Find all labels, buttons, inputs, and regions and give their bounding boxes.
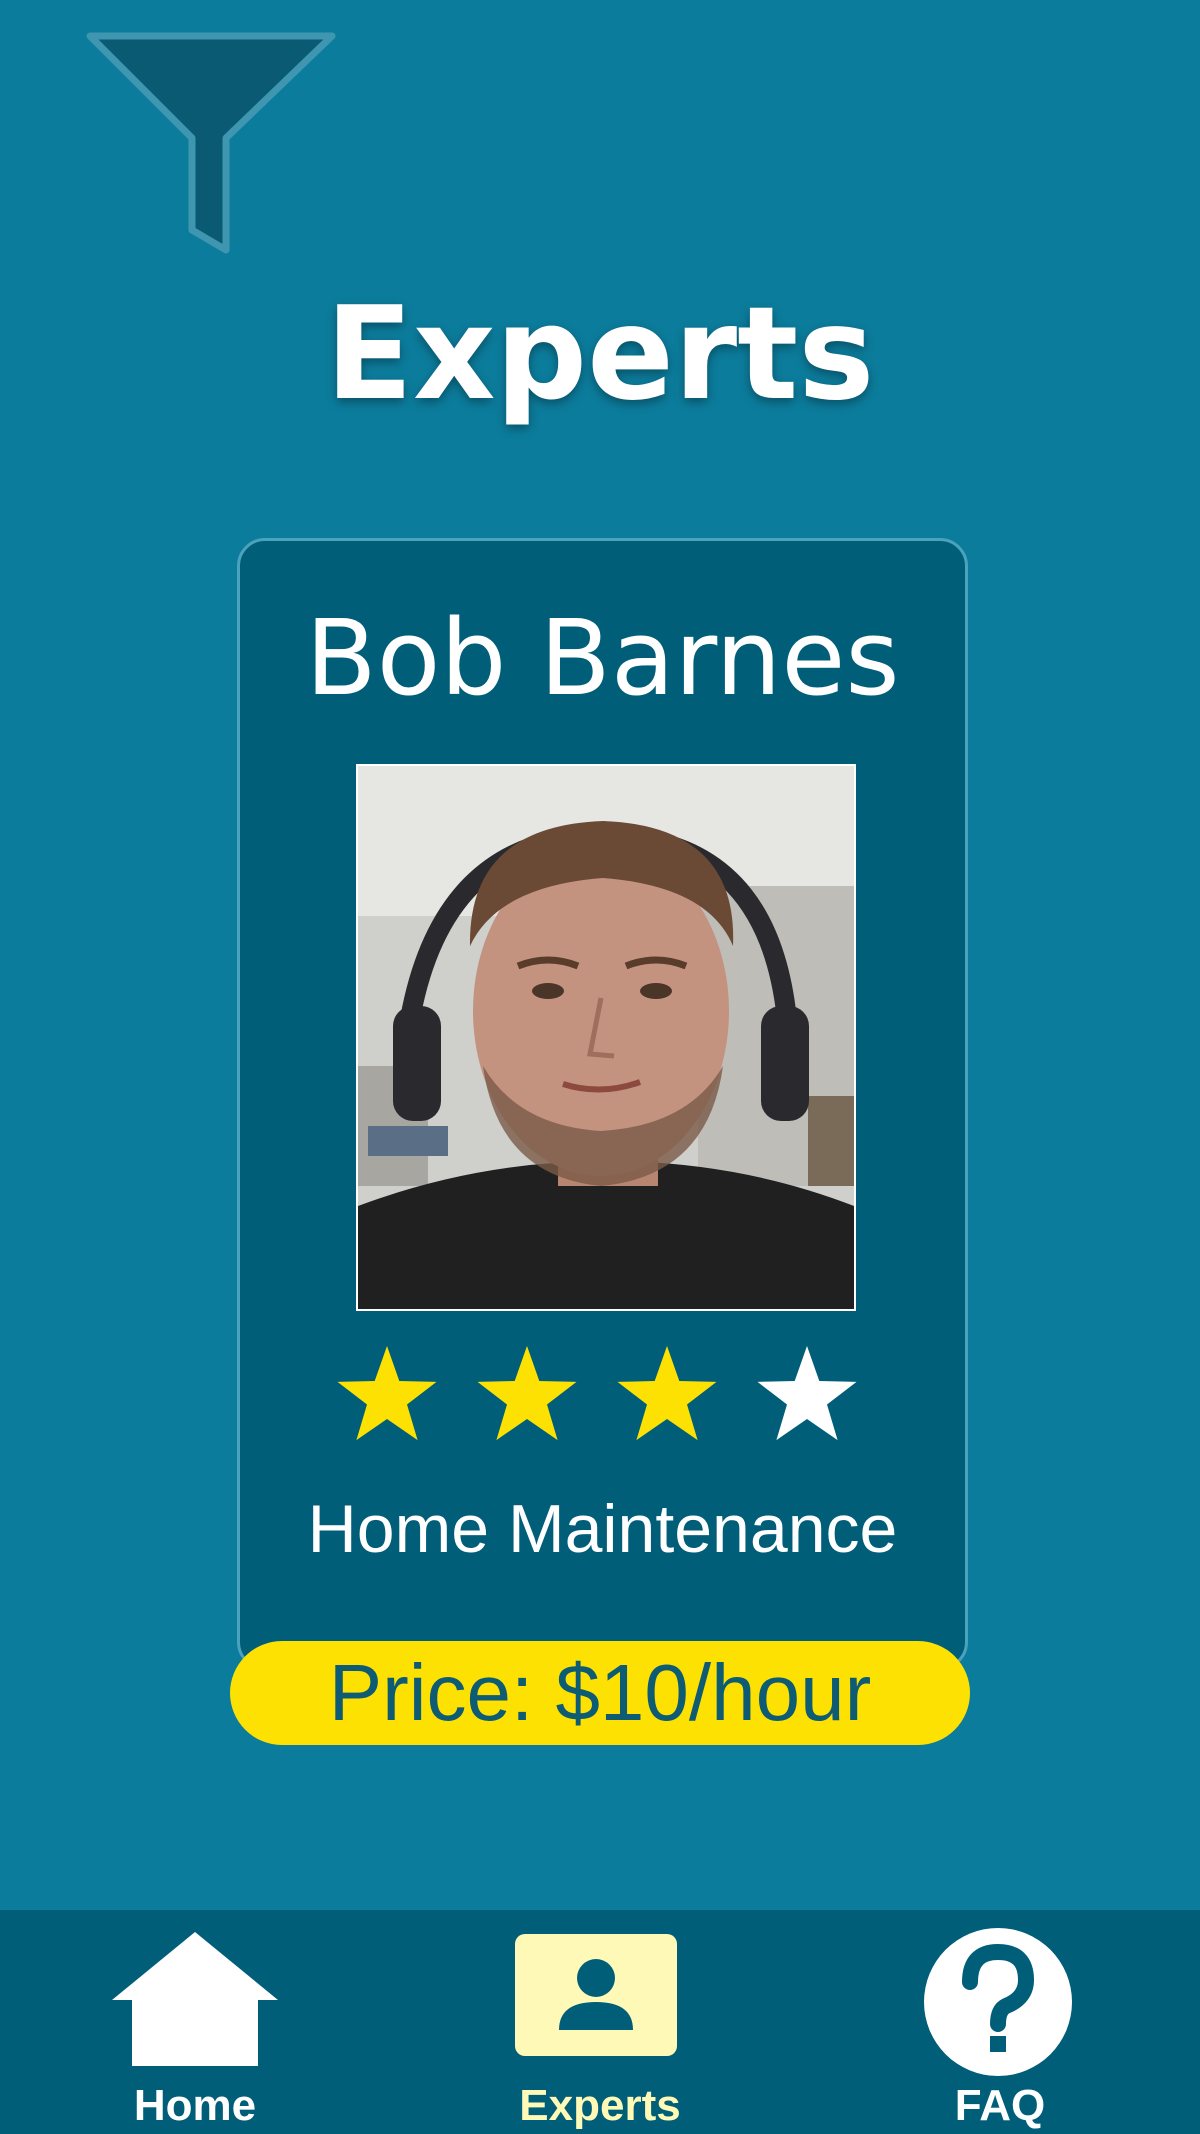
nav-experts-active-bg — [515, 1934, 677, 2056]
nav-home-label: Home — [133, 2081, 257, 2130]
star-rating — [337, 1346, 857, 1441]
filter-funnel-icon — [86, 32, 336, 254]
filter-button[interactable] — [84, 30, 338, 256]
expert-specialty: Home Maintenance — [307, 1491, 898, 1567]
person-icon — [559, 1959, 633, 2030]
star-empty-icon — [757, 1346, 857, 1441]
question-mark-icon — [924, 1928, 1072, 2076]
home-icon — [112, 1932, 278, 2066]
price-label: Price: $10/hour — [230, 1641, 970, 1745]
bottom-nav: Home Experts FAQ — [0, 1910, 1200, 2134]
expert-card[interactable]: Bob Barnes Home Maintenance — [237, 538, 968, 1670]
nav-home[interactable]: Home — [105, 1910, 285, 2134]
nav-experts[interactable]: Experts — [510, 1910, 690, 2134]
star-filled-icon — [477, 1346, 577, 1441]
nav-experts-label: Experts — [519, 2081, 681, 2130]
nav-faq-label: FAQ — [954, 2081, 1046, 2130]
expert-name: Bob Barnes — [305, 597, 900, 719]
star-filled-icon — [337, 1346, 437, 1441]
nav-faq[interactable]: FAQ — [910, 1910, 1090, 2134]
star-filled-icon — [617, 1346, 717, 1441]
page-title: Experts — [325, 280, 875, 429]
expert-photo — [356, 764, 856, 1311]
